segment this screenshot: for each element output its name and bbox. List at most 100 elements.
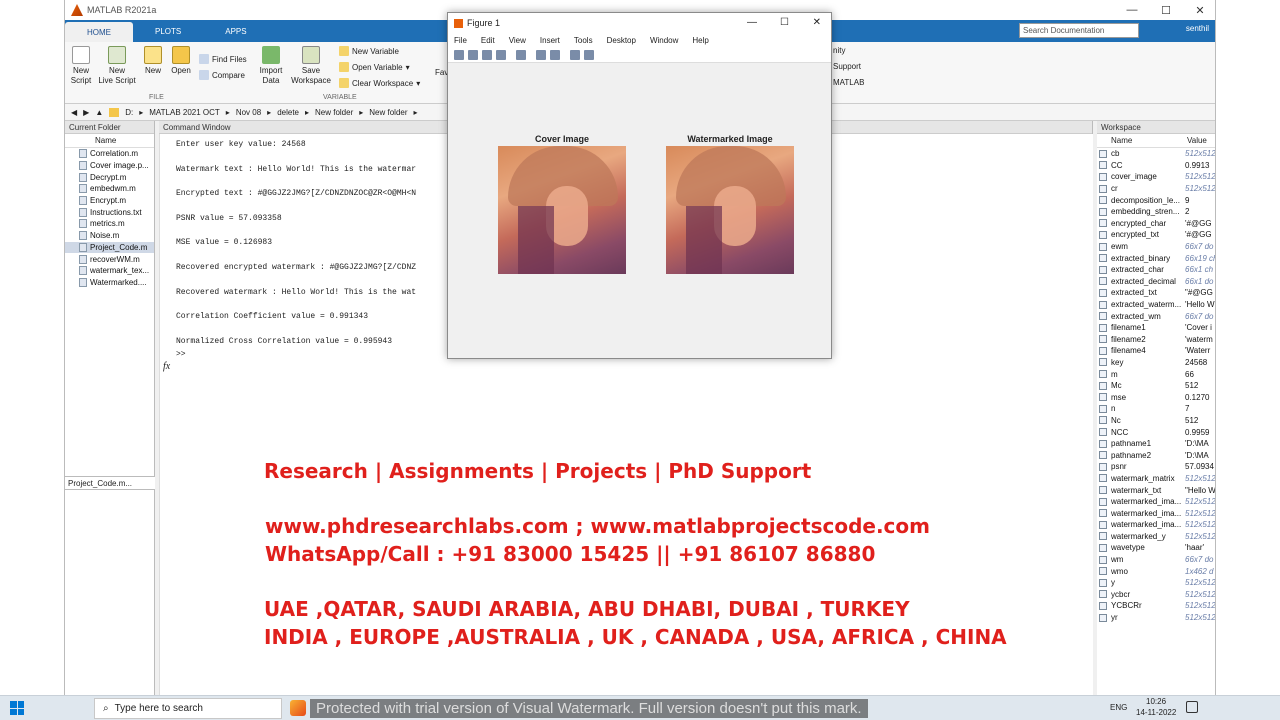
- workspace-variable-row[interactable]: mse 0.1270: [1097, 391, 1215, 403]
- workspace-variable-row[interactable]: decomposition_le... 9: [1097, 194, 1215, 206]
- request-support-button[interactable]: Support: [833, 62, 861, 71]
- forward-arrow-icon[interactable]: ▶: [83, 108, 89, 117]
- workspace-variable-row[interactable]: YCBCRr 512x512: [1097, 600, 1215, 612]
- file-list-item[interactable]: Project_Code.m: [65, 241, 154, 254]
- workspace-variable-row[interactable]: Mc 512: [1097, 380, 1215, 392]
- command-prompt[interactable]: >>: [176, 350, 186, 359]
- fig-maximize-button[interactable]: ☐: [780, 17, 789, 28]
- workspace-variable-row[interactable]: cb 512x512: [1097, 148, 1215, 160]
- find-files-button[interactable]: Find Files: [199, 54, 247, 64]
- workspace-variable-row[interactable]: Nc 512: [1097, 415, 1215, 427]
- file-list-item[interactable]: Noise.m: [65, 230, 154, 242]
- breadcrumb-4[interactable]: New folder: [315, 108, 353, 117]
- workspace-variable-row[interactable]: NCC 0.9959: [1097, 426, 1215, 438]
- file-list-item[interactable]: Cover image.p...: [65, 160, 154, 172]
- search-documentation-input[interactable]: Search Documentation: [1019, 23, 1139, 38]
- workspace-variable-row[interactable]: cover_image 512x512: [1097, 171, 1215, 183]
- file-list-item[interactable]: watermark_tex...: [65, 265, 154, 277]
- ws-value-header[interactable]: Value: [1187, 136, 1207, 145]
- new-figure-icon[interactable]: [454, 49, 464, 60]
- workspace-variable-row[interactable]: filename2 'waterm: [1097, 334, 1215, 346]
- edit-plot-icon[interactable]: [570, 49, 580, 60]
- figure-menu-window[interactable]: Window: [650, 36, 678, 45]
- new-variable-button[interactable]: New Variable: [339, 46, 399, 56]
- back-arrow-icon[interactable]: ◀: [71, 108, 77, 117]
- windows-start-icon[interactable]: [10, 701, 24, 715]
- workspace-variable-row[interactable]: encrypted_txt '#@GG: [1097, 229, 1215, 241]
- workspace-variable-row[interactable]: extracted_waterm... 'Hello W: [1097, 299, 1215, 311]
- tab-apps[interactable]: APPS: [203, 20, 268, 42]
- new-live-script-button[interactable]: New Live Script: [97, 46, 137, 86]
- figure-menu-help[interactable]: Help: [692, 36, 708, 45]
- workspace-variable-row[interactable]: watermarked_ima... 512x512: [1097, 519, 1215, 531]
- import-data-button[interactable]: Import Data: [257, 46, 285, 86]
- file-list-item[interactable]: Watermarked....: [65, 277, 154, 289]
- function-browser-icon[interactable]: fx: [163, 361, 170, 372]
- print-icon[interactable]: [496, 49, 506, 60]
- ws-name-header[interactable]: Name: [1097, 136, 1187, 145]
- browse-folder-icon[interactable]: [109, 107, 120, 117]
- workspace-variable-row[interactable]: extracted_decimal 66x1 do: [1097, 276, 1215, 288]
- file-list-item[interactable]: Encrypt.m: [65, 195, 154, 207]
- new-script-button[interactable]: New Script: [69, 46, 93, 86]
- file-list-item[interactable]: metrics.m: [65, 218, 154, 230]
- property-inspector-icon[interactable]: [584, 49, 594, 60]
- breadcrumb-3[interactable]: delete: [277, 108, 299, 117]
- workspace-variable-row[interactable]: wmo 1x462 d: [1097, 565, 1215, 577]
- link-plot-icon[interactable]: [516, 49, 526, 60]
- file-list-item[interactable]: Correlation.m: [65, 148, 154, 160]
- file-list-item[interactable]: Instructions.txt: [65, 206, 154, 218]
- file-list-item[interactable]: recoverWM.m: [65, 253, 154, 265]
- workspace-variable-row[interactable]: embedding_stren... 2: [1097, 206, 1215, 218]
- workspace-variable-row[interactable]: yr 512x512: [1097, 612, 1215, 624]
- workspace-variable-row[interactable]: filename1 'Cover i: [1097, 322, 1215, 334]
- close-button[interactable]: ✕: [1183, 0, 1215, 20]
- breadcrumb-1[interactable]: MATLAB 2021 OCT: [149, 108, 220, 117]
- workspace-variable-row[interactable]: key 24568: [1097, 357, 1215, 369]
- file-list-item[interactable]: embedwm.m: [65, 183, 154, 195]
- workspace-variable-row[interactable]: watermarked_ima... 512x512: [1097, 496, 1215, 508]
- workspace-variable-row[interactable]: watermark_txt "Hello W: [1097, 484, 1215, 496]
- widgets-icon[interactable]: [290, 700, 306, 716]
- workspace-variable-row[interactable]: watermark_matrix 512x512: [1097, 473, 1215, 485]
- user-menu[interactable]: senthil: [1186, 24, 1209, 33]
- workspace-variable-row[interactable]: psnr 57.0934: [1097, 461, 1215, 473]
- workspace-variable-row[interactable]: wavetype 'haar': [1097, 542, 1215, 554]
- workspace-variable-row[interactable]: encrypted_char '#@GG: [1097, 218, 1215, 230]
- workspace-variable-row[interactable]: y 512x512: [1097, 577, 1215, 589]
- file-list-item[interactable]: Decrypt.m: [65, 171, 154, 183]
- community-button[interactable]: nity: [833, 46, 845, 55]
- clock-date[interactable]: 14-11-2022: [1136, 708, 1176, 717]
- learn-matlab-button[interactable]: MATLAB: [833, 78, 864, 87]
- clock-time[interactable]: 10:26: [1146, 697, 1166, 706]
- open-button[interactable]: Open: [169, 46, 193, 76]
- workspace-variable-row[interactable]: watermarked_ima... 512x512: [1097, 507, 1215, 519]
- name-column-header[interactable]: Name: [65, 134, 154, 148]
- minimize-button[interactable]: —: [1115, 0, 1149, 20]
- figure-menu-desktop[interactable]: Desktop: [607, 36, 636, 45]
- breadcrumb-0[interactable]: D:: [125, 108, 133, 117]
- workspace-variable-row[interactable]: filename4 'Waterr: [1097, 345, 1215, 357]
- figure-menu-tools[interactable]: Tools: [574, 36, 593, 45]
- tab-home[interactable]: HOME: [65, 22, 133, 42]
- colorbar-icon[interactable]: [536, 49, 546, 60]
- workspace-variable-row[interactable]: extracted_txt "#@GG: [1097, 287, 1215, 299]
- workspace-variable-row[interactable]: watermarked_y 512x512: [1097, 531, 1215, 543]
- notification-icon[interactable]: [1186, 701, 1198, 713]
- breadcrumb-5[interactable]: New folder: [369, 108, 407, 117]
- open-file-icon[interactable]: [468, 49, 478, 60]
- workspace-variable-row[interactable]: ycbcr 512x512: [1097, 589, 1215, 601]
- workspace-variable-row[interactable]: pathname2 'D:\MA: [1097, 449, 1215, 461]
- workspace-variable-row[interactable]: extracted_binary 66x19 ch: [1097, 252, 1215, 264]
- save-icon[interactable]: [482, 49, 492, 60]
- fig-close-button[interactable]: ✕: [813, 17, 821, 28]
- details-panel[interactable]: Project_Code.m...: [65, 476, 155, 490]
- figure-menu-edit[interactable]: Edit: [481, 36, 495, 45]
- workspace-variable-row[interactable]: ewm 66x7 do: [1097, 241, 1215, 253]
- workspace-variable-row[interactable]: extracted_wm 66x7 do: [1097, 310, 1215, 322]
- compare-button[interactable]: Compare: [199, 70, 245, 80]
- workspace-variable-row[interactable]: extracted_char 66x1 ch: [1097, 264, 1215, 276]
- figure-menu-insert[interactable]: Insert: [540, 36, 560, 45]
- workspace-variable-row[interactable]: cr 512x512: [1097, 183, 1215, 195]
- maximize-button[interactable]: ☐: [1149, 0, 1183, 20]
